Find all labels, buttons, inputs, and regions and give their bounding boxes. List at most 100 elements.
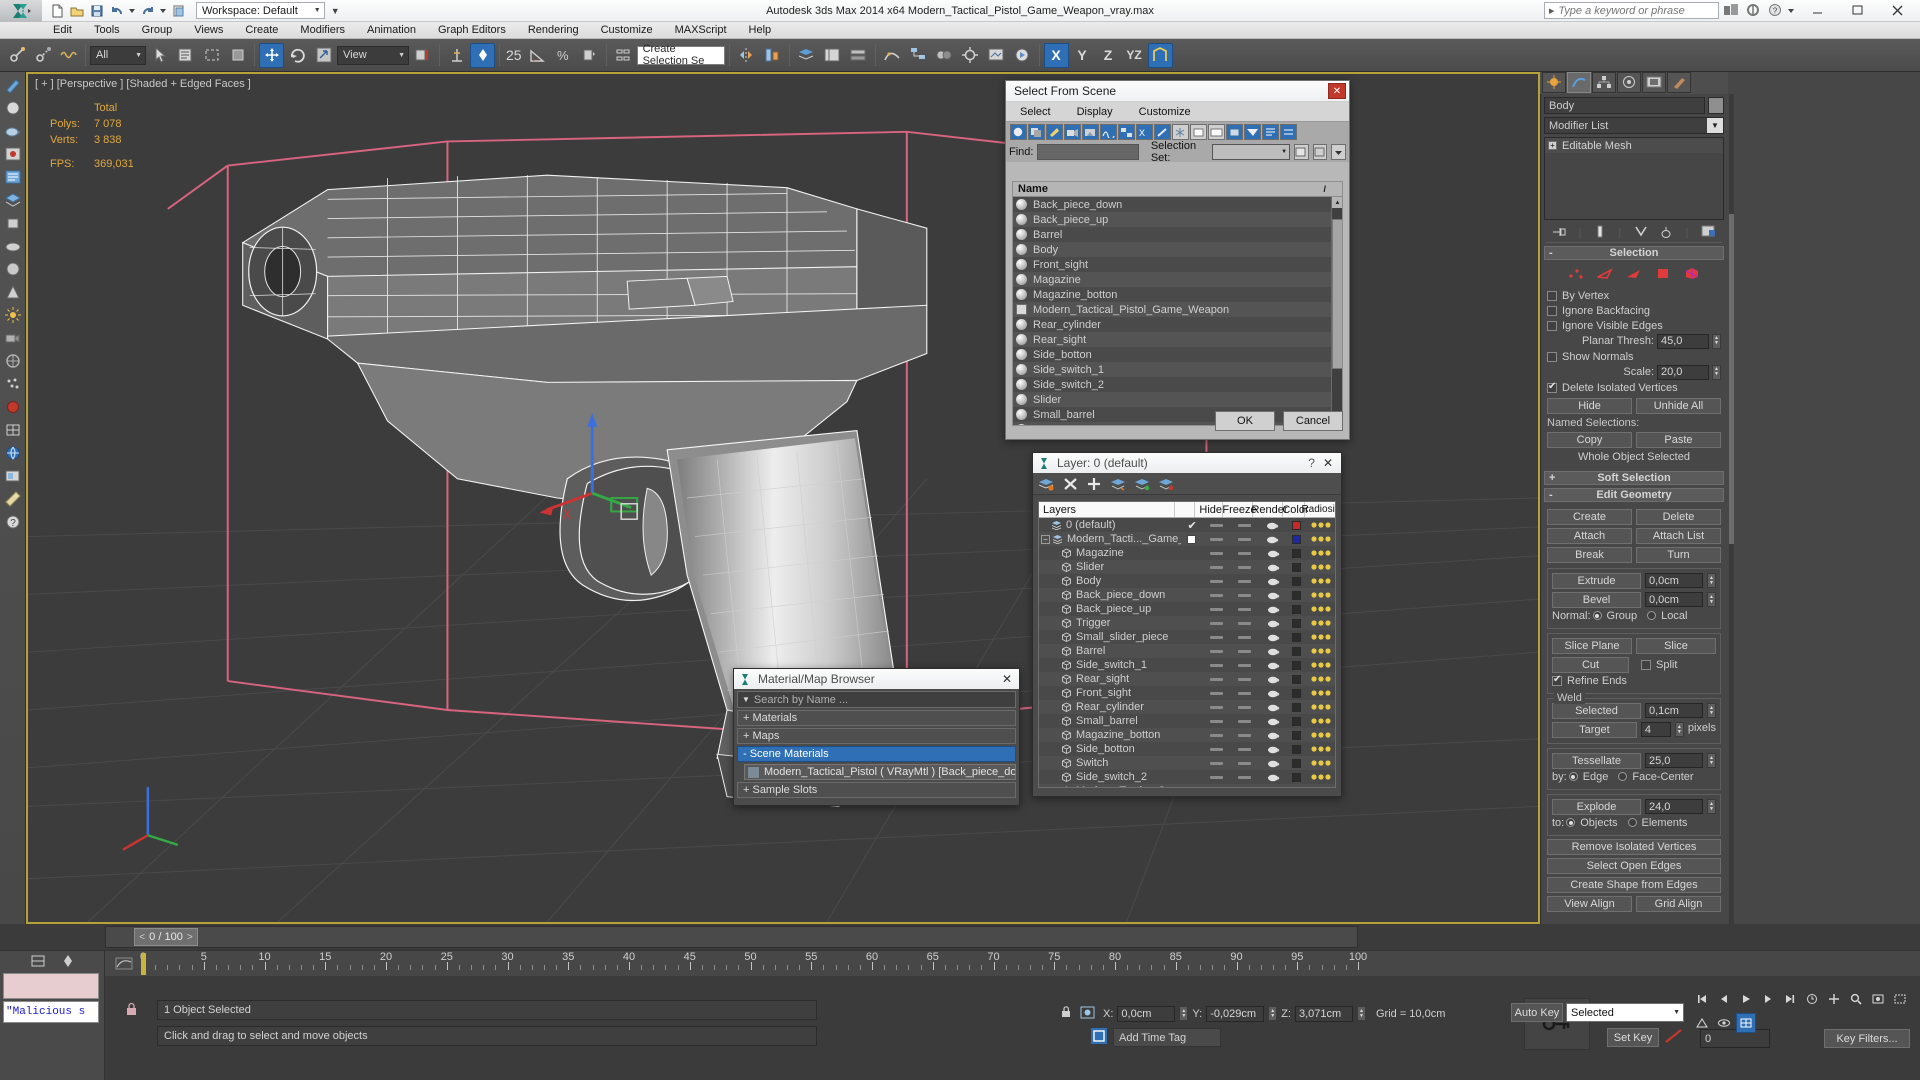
close-button[interactable] xyxy=(1878,0,1916,22)
weld-selected-button[interactable]: Selected xyxy=(1552,703,1641,719)
display-groups-icon[interactable] xyxy=(1118,124,1135,140)
zoom-view-icon[interactable] xyxy=(1846,989,1866,1009)
layer-hide-cell[interactable] xyxy=(1203,747,1231,751)
element-level-icon[interactable] xyxy=(1684,267,1700,283)
attach-button[interactable]: Attach xyxy=(1547,528,1632,544)
tessellate-face-center-radio[interactable] xyxy=(1618,772,1628,781)
material-sphere-icon[interactable] xyxy=(2,97,24,119)
material-editor-icon[interactable] xyxy=(932,43,957,68)
particles-icon[interactable] xyxy=(2,373,24,395)
scale-spinner[interactable]: ▲ ▼ xyxy=(1712,364,1721,380)
explode-objects-radio[interactable] xyxy=(1566,818,1576,827)
open-mini-curve-editor-icon[interactable] xyxy=(109,954,139,974)
layer-row[interactable]: Side_switch_2 xyxy=(1039,770,1335,784)
planar-threshold-field[interactable]: 45,0 xyxy=(1657,333,1709,349)
open-file-icon[interactable] xyxy=(68,2,85,19)
layer-freeze-cell[interactable] xyxy=(1231,705,1259,709)
go-to-end-icon[interactable] xyxy=(1780,989,1800,1009)
layer-color-cell[interactable] xyxy=(1287,660,1308,670)
x-field[interactable]: 0,0cm xyxy=(1117,1005,1176,1022)
object-color-swatch[interactable] xyxy=(1708,97,1724,114)
axis-constraint-x[interactable]: X xyxy=(1043,42,1069,68)
modifier-list-combo[interactable]: Modifier List ▼ xyxy=(1544,117,1724,134)
z-spinner[interactable]: ▲ ▼ xyxy=(1356,1006,1366,1021)
layer-color-cell[interactable] xyxy=(1287,632,1308,642)
helper-icon[interactable] xyxy=(2,350,24,372)
z-field[interactable]: 3,071cm xyxy=(1294,1005,1353,1022)
color-swatch[interactable] xyxy=(1292,716,1302,726)
display-space-warps-icon[interactable] xyxy=(1100,124,1117,140)
sample-slots-group-row[interactable]: + Sample Slots xyxy=(737,782,1016,798)
delete-layer-icon[interactable] xyxy=(1063,476,1078,491)
planar-threshold-spinner[interactable]: ▲ ▼ xyxy=(1712,333,1721,349)
sfs-menu-select[interactable]: Select xyxy=(1020,106,1051,118)
configure-modifier-sets-icon[interactable] xyxy=(1701,225,1716,241)
layer-hide-cell[interactable] xyxy=(1203,733,1231,737)
menu-maxscript[interactable]: MAXScript xyxy=(664,22,738,39)
select-open-edges-button[interactable]: Select Open Edges xyxy=(1547,858,1721,874)
layer-current-cell[interactable]: ✔ xyxy=(1182,519,1203,532)
sfs-menu-display[interactable]: Display xyxy=(1077,106,1113,118)
color-swatch[interactable] xyxy=(1292,674,1302,684)
layer-radiosity-cell[interactable] xyxy=(1307,576,1335,587)
layer-current-cell[interactable] xyxy=(1181,534,1202,544)
select-none-icon[interactable] xyxy=(1226,124,1243,140)
select-layer-objects-icon[interactable] xyxy=(1111,476,1126,491)
reference-coordinate-combo[interactable]: View ▼ xyxy=(337,45,409,65)
workspace-menu-icon[interactable]: ▼ xyxy=(331,6,340,16)
set-current-layer-icon[interactable] xyxy=(1135,476,1150,491)
graphite-modeling-icon[interactable] xyxy=(2,74,24,96)
layer-row[interactable]: Rear_sight xyxy=(1039,672,1335,686)
window-crossing-icon[interactable] xyxy=(225,43,250,68)
edge-level-icon[interactable] xyxy=(1595,267,1613,283)
layer-color-cell[interactable] xyxy=(1287,758,1308,768)
expand-icon[interactable]: + xyxy=(1548,141,1557,150)
layer-radiosity-cell[interactable] xyxy=(1307,534,1335,545)
explode-field[interactable]: 24,0 xyxy=(1645,799,1703,814)
layer-hide-cell[interactable] xyxy=(1203,663,1231,667)
schematic-view-icon[interactable] xyxy=(906,43,931,68)
make-unique-icon[interactable] xyxy=(1634,225,1648,241)
display-xrefs-icon[interactable]: X xyxy=(1136,124,1153,140)
display-shapes-icon[interactable] xyxy=(1028,124,1045,140)
scene-explorer-icon[interactable] xyxy=(820,43,845,68)
layer-hide-cell[interactable] xyxy=(1202,537,1230,541)
layer-hide-cell[interactable] xyxy=(1203,635,1231,639)
layer-hide-cell[interactable] xyxy=(1203,719,1231,723)
new-file-icon[interactable] xyxy=(48,2,65,19)
bevel-field[interactable]: 0,0cm xyxy=(1645,592,1703,607)
redo-dropdown-icon[interactable] xyxy=(159,2,167,19)
attach-list-button[interactable]: Attach List xyxy=(1636,528,1721,544)
list-view-icon[interactable] xyxy=(2,166,24,188)
select-by-name-icon[interactable] xyxy=(173,43,198,68)
sfs-list-item[interactable]: Magazine_botton xyxy=(1013,287,1342,302)
color-swatch[interactable] xyxy=(1292,772,1302,782)
selection-filter-combo[interactable]: All ▼ xyxy=(90,45,146,65)
layer-render-cell[interactable] xyxy=(1259,716,1287,726)
layer-color-cell[interactable] xyxy=(1287,730,1308,740)
layer-radiosity-cell[interactable] xyxy=(1307,646,1335,657)
display-lights-icon[interactable] xyxy=(1046,124,1063,140)
layer-color-cell[interactable] xyxy=(1286,520,1307,530)
sfs-list-item[interactable]: Front_sight xyxy=(1013,257,1342,272)
time-slider-handle[interactable]: < 0 / 100 > xyxy=(134,928,198,946)
layer-hide-cell[interactable] xyxy=(1203,551,1231,555)
layer-color-cell[interactable] xyxy=(1287,716,1308,726)
scale-field[interactable]: 20,0 xyxy=(1657,364,1709,380)
materials-group-row[interactable]: + Materials xyxy=(737,710,1016,726)
delete-isolated-vertices-checkbox[interactable]: Delete Isolated Vertices xyxy=(1547,380,1721,395)
remove-modifier-icon[interactable] xyxy=(1660,225,1673,241)
color-swatch[interactable] xyxy=(1292,744,1302,754)
communication-center-icon[interactable] xyxy=(1721,2,1741,20)
menu-modifiers[interactable]: Modifiers xyxy=(289,22,356,39)
layer-render-cell[interactable] xyxy=(1258,534,1286,544)
sfs-list-item[interactable]: Back_piece_down xyxy=(1013,197,1342,212)
selection-set-combo[interactable]: ▼ xyxy=(1212,144,1291,160)
layer-color-cell[interactable] xyxy=(1287,772,1308,782)
layer-render-cell[interactable] xyxy=(1259,786,1287,787)
field-of-view-icon[interactable] xyxy=(1692,1013,1712,1033)
sphere-primitive-icon[interactable] xyxy=(2,235,24,257)
layer-freeze-cell[interactable] xyxy=(1231,719,1259,723)
layer-render-cell[interactable] xyxy=(1258,520,1286,530)
sfs-scrollbar[interactable]: ▲ ▼ xyxy=(1331,197,1342,425)
